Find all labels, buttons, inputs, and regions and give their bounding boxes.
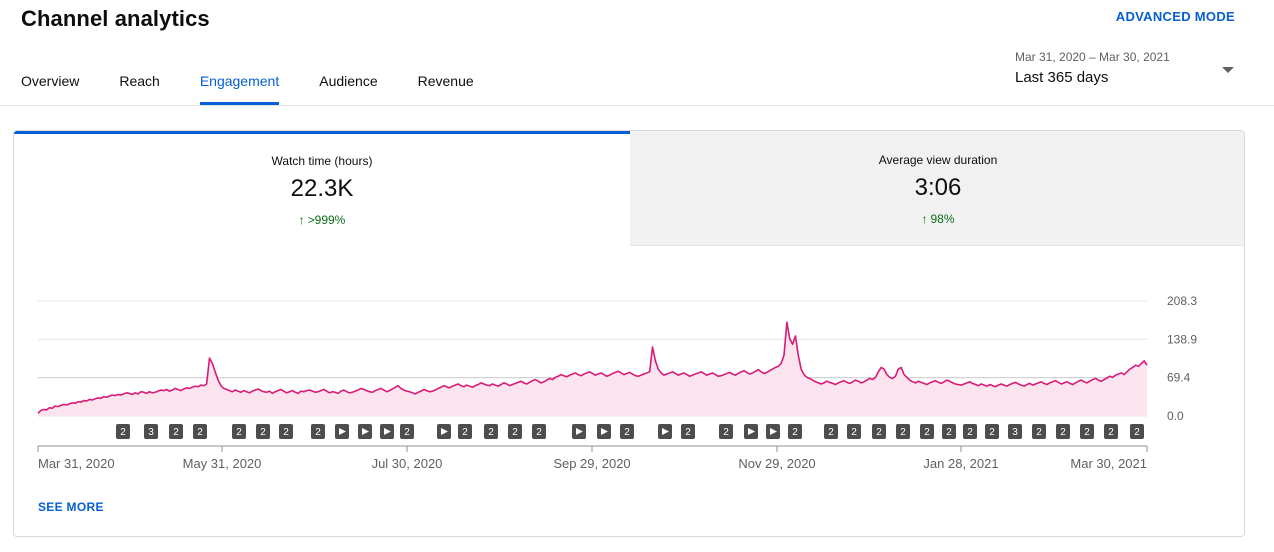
annotation-count: 2 — [828, 427, 834, 438]
x-tick-label: Mar 30, 2021 — [1070, 456, 1147, 471]
tab-engagement[interactable]: Engagement — [199, 73, 280, 106]
date-range-text: Mar 31, 2020 – Mar 30, 2021 — [1015, 50, 1170, 64]
tab-overview[interactable]: Overview — [21, 73, 79, 106]
annotation-count: 2 — [197, 427, 203, 438]
annotation-count: 2 — [924, 427, 930, 438]
annotation-count: 2 — [876, 427, 882, 438]
annotation-count: 2 — [989, 427, 995, 438]
channel-analytics-page: Channel analytics ADVANCED MODE Overview… — [0, 0, 1274, 552]
y-tick-label: 208.3 — [1167, 294, 1197, 308]
see-more-link[interactable]: SEE MORE — [38, 500, 104, 514]
annotation-count: 3 — [148, 427, 154, 438]
annotation-count: 2 — [723, 427, 729, 438]
annotation-count: 2 — [900, 427, 906, 438]
analytics-card: Watch time (hours) 22.3K ↑ >999% Average … — [13, 130, 1245, 537]
tab-revenue[interactable]: Revenue — [418, 73, 474, 106]
annotation-count: 2 — [536, 427, 542, 438]
tab-audience[interactable]: Audience — [319, 73, 377, 106]
chevron-down-icon[interactable] — [1222, 67, 1234, 73]
annotation-count: 2 — [624, 427, 630, 438]
x-tick-label: Nov 29, 2020 — [738, 456, 815, 471]
date-range-picker[interactable]: Mar 31, 2020 – Mar 30, 2021 Last 365 day… — [1015, 50, 1237, 94]
annotation-count: 2 — [685, 427, 691, 438]
watch-time-chart: 208.3 138.9 69.4 0.0 2 3 2 2 2 2 2 2 2 2 2 2 2 2 2 2 2 2 2 2 2 2 2… — [37, 294, 1197, 471]
annotation-count: 2 — [315, 427, 321, 438]
annotation-count: 2 — [851, 427, 857, 438]
annotation-count: 2 — [512, 427, 518, 438]
annotation-count: 2 — [1134, 427, 1140, 438]
annotation-count: 2 — [236, 427, 242, 438]
tab-bar: Overview Reach Engagement Audience Reven… — [21, 73, 514, 106]
annotation-count: 2 — [404, 427, 410, 438]
x-tick-label: Jul 30, 2020 — [372, 456, 443, 471]
annotation-count: 2 — [792, 427, 798, 438]
annotation-count: 2 — [1108, 427, 1114, 438]
x-tick-label: Mar 31, 2020 — [38, 456, 115, 471]
y-tick-label: 0.0 — [1167, 409, 1184, 423]
annotation-count: 2 — [120, 427, 126, 438]
header-divider — [0, 105, 1274, 106]
annotation-count: 2 — [173, 427, 179, 438]
annotation-count: 2 — [260, 427, 266, 438]
annotation-count: 2 — [967, 427, 973, 438]
tab-reach[interactable]: Reach — [119, 73, 159, 106]
annotation-count: 2 — [283, 427, 289, 438]
x-tick-label: Sep 29, 2020 — [553, 456, 630, 471]
y-tick-label: 69.4 — [1167, 371, 1191, 385]
annotation-count: 2 — [946, 427, 952, 438]
annotation-count: 2 — [1060, 427, 1066, 438]
x-tick-label: May 31, 2020 — [183, 456, 262, 471]
advanced-mode-link[interactable]: ADVANCED MODE — [1116, 9, 1235, 24]
series-area — [38, 322, 1147, 416]
page-title: Channel analytics — [21, 6, 210, 31]
date-range-label: Last 365 days — [1015, 69, 1109, 86]
annotation-count: 2 — [488, 427, 494, 438]
y-tick-label: 138.9 — [1167, 332, 1197, 346]
annotation-count: 2 — [1084, 427, 1090, 438]
annotation-count: 2 — [462, 427, 468, 438]
x-tick-label: Jan 28, 2021 — [923, 456, 998, 471]
annotation-count: 2 — [1036, 427, 1042, 438]
annotation-count: 3 — [1012, 427, 1018, 438]
